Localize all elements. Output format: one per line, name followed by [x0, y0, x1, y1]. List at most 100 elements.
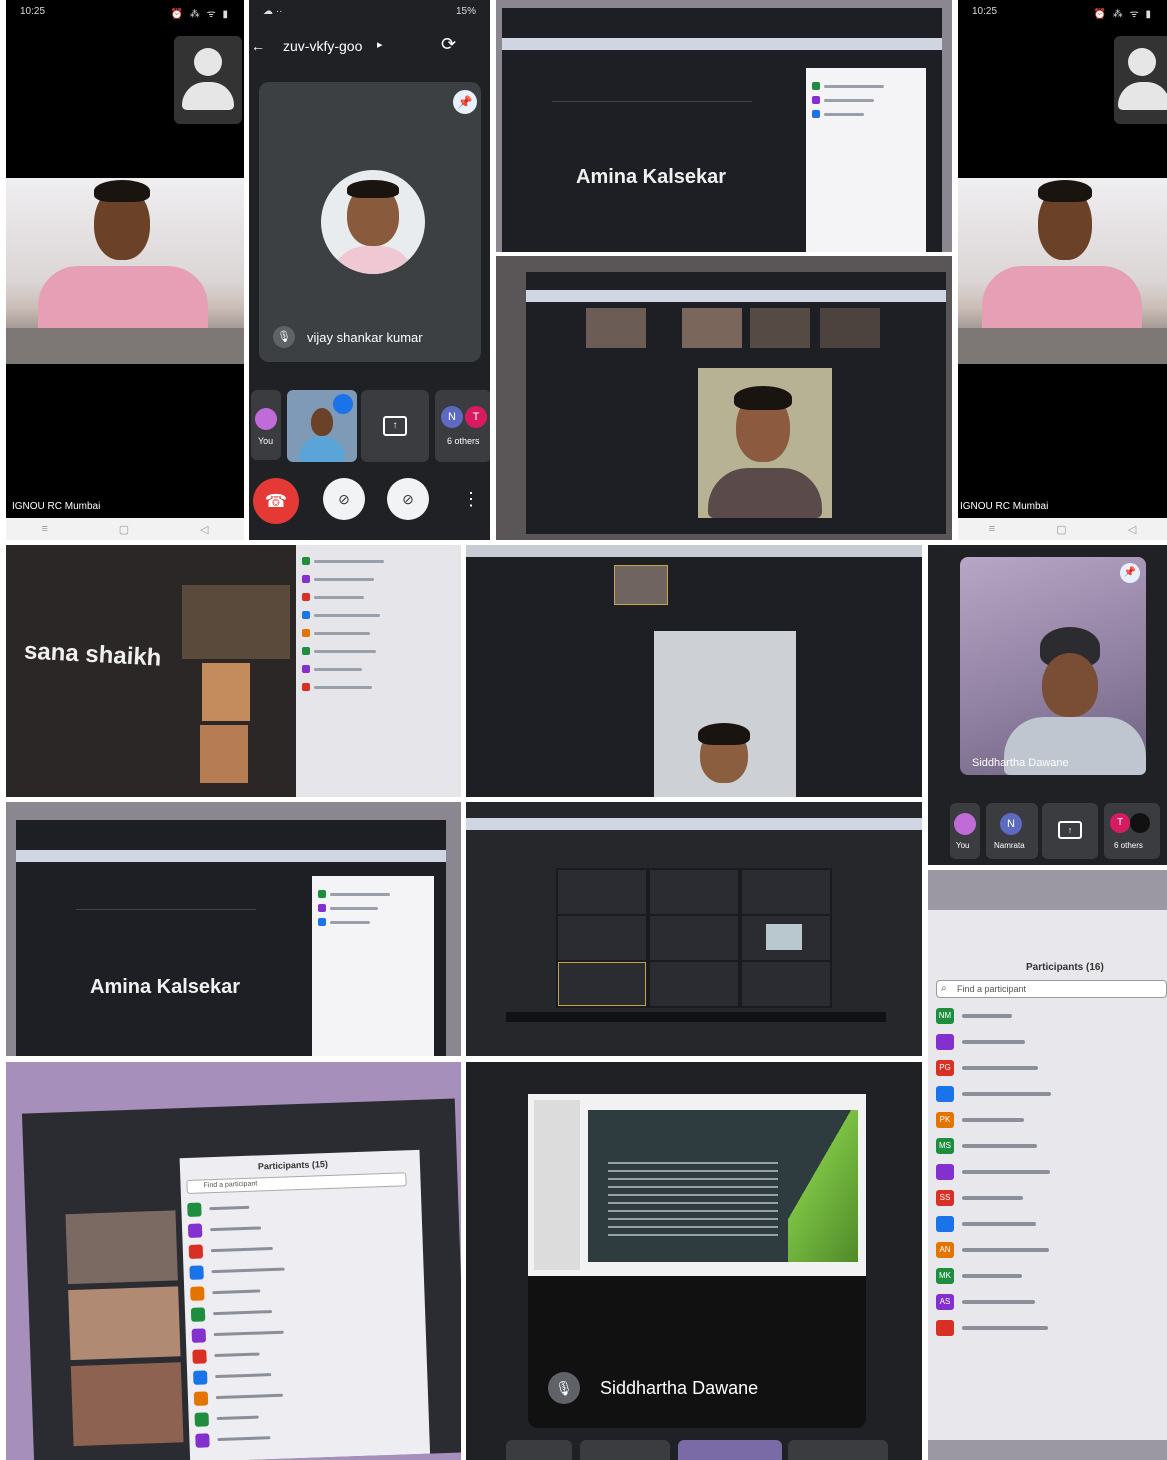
participant-row[interactable] [194, 1404, 414, 1428]
avatar-head [1128, 48, 1156, 76]
others-label: 6 others [1114, 841, 1143, 850]
grid-cell [742, 916, 830, 960]
participant-initials-chip: PG [936, 1060, 954, 1076]
search-placeholder: Find a participant [203, 1180, 258, 1190]
participant-row[interactable]: SS [936, 1188, 1161, 1208]
teacher-hair [734, 386, 792, 410]
self-label: You [258, 436, 274, 446]
home-icon[interactable]: ▢ [1056, 523, 1066, 536]
participant-name-line [210, 1226, 262, 1232]
avatar-placeholder [174, 36, 242, 124]
participant-row[interactable] [191, 1320, 412, 1344]
presentation-tile[interactable]: ↑ [361, 390, 429, 462]
present-screen-icon: ↑ [1058, 821, 1082, 839]
mic-off-icon: 🎙 [548, 1372, 580, 1404]
video-thumbnail [182, 585, 290, 659]
switch-camera-icon[interactable]: ⟳ [441, 34, 456, 55]
pin-icon[interactable]: 📌 [453, 90, 477, 114]
recent-apps-icon[interactable]: ≡ [989, 523, 995, 535]
participant-row[interactable] [187, 1194, 407, 1218]
participant-row[interactable] [936, 1318, 1161, 1338]
grid-cell [650, 916, 738, 960]
participant-row[interactable] [936, 1032, 1161, 1052]
participant-initials-chip: AS [936, 1294, 954, 1310]
participant-initials-chip [936, 1086, 954, 1102]
participant-initials-chip: AN [936, 1242, 954, 1258]
meeting-code[interactable]: zuv-vkfy-goo [283, 38, 362, 54]
slide-view: 🎙 Siddhartha Dawane [528, 1094, 866, 1428]
presentation-tile[interactable]: ↑ [1042, 803, 1098, 859]
participant-row[interactable]: AN [936, 1240, 1161, 1260]
android-nav-bar[interactable]: ≡ ▢ ◁ [6, 518, 244, 540]
bottom-tile[interactable] [506, 1440, 572, 1460]
participant-row [302, 575, 455, 584]
others-label: 6 others [447, 436, 480, 446]
participant-row[interactable]: MS [936, 1136, 1161, 1156]
participant-row[interactable] [936, 1084, 1161, 1104]
recent-apps-icon[interactable]: ≡ [41, 523, 47, 535]
more-options-button[interactable]: ⋮ [453, 478, 489, 520]
participant-name-line [962, 1274, 1022, 1278]
search-field[interactable]: Find a participant [186, 1172, 407, 1194]
self-view-tile[interactable]: You [950, 803, 980, 859]
participant-row[interactable]: NM [936, 1006, 1161, 1026]
participant-row[interactable] [193, 1362, 413, 1386]
search-field[interactable]: ⌕ Find a participant [936, 980, 1167, 998]
participant-row[interactable]: PG [936, 1058, 1161, 1078]
participant-initials-chip: MS [936, 1138, 954, 1154]
participant-row[interactable] [187, 1215, 408, 1239]
chip-icon [302, 683, 310, 691]
namrata-label: Namrata [994, 841, 1025, 850]
bottom-tile[interactable] [580, 1440, 670, 1460]
participant-row[interactable]: PK [936, 1110, 1161, 1130]
participant-row[interactable]: MK [936, 1266, 1161, 1286]
chip-icon [302, 629, 310, 637]
namrata-tile[interactable]: N Namrata [986, 803, 1038, 859]
others-tile[interactable]: T 6 others [1104, 803, 1160, 859]
chip-icon [302, 647, 310, 655]
bottom-tile[interactable] [788, 1440, 888, 1460]
participant-row[interactable] [936, 1162, 1161, 1182]
status-icons: ⏰ ⁂ ᯤ ▮ [170, 9, 230, 20]
meeting-chevron-icon[interactable]: ▸ [377, 38, 383, 51]
end-call-button[interactable]: ☎ [253, 478, 299, 524]
status-time: 10:25 [972, 6, 998, 17]
pin-icon[interactable]: 📌 [1120, 563, 1140, 583]
presenter-name: Siddhartha Dawane [600, 1378, 759, 1398]
participant-row[interactable] [192, 1341, 412, 1365]
participant-row[interactable]: AS [936, 1292, 1161, 1312]
name-line [314, 632, 370, 635]
participant-row [302, 557, 455, 566]
participant-head [1042, 653, 1098, 717]
bottom-tile[interactable] [678, 1440, 782, 1460]
video-thumbnail [614, 565, 668, 605]
participant-row[interactable] [190, 1299, 411, 1323]
participant-video-tile[interactable] [287, 390, 357, 462]
browser-tab-bar [466, 818, 922, 830]
avatar-hair [347, 180, 399, 198]
participant-row[interactable] [195, 1425, 415, 1449]
back-icon[interactable]: ◁ [200, 523, 208, 536]
participant-row [302, 665, 455, 674]
home-icon[interactable]: ▢ [119, 523, 129, 536]
browser-tab-bar [502, 38, 942, 50]
android-nav-bar[interactable]: ≡ ▢ ◁ [958, 518, 1167, 540]
others-tile[interactable]: N T 6 others [435, 390, 490, 462]
participant-row[interactable] [936, 1214, 1161, 1234]
participant-row[interactable] [193, 1383, 414, 1407]
self-view-tile[interactable]: You [251, 390, 281, 460]
participant-row[interactable] [188, 1236, 409, 1260]
thumbnail-strip [586, 308, 916, 348]
participant-row[interactable] [190, 1278, 410, 1302]
back-arrow-icon[interactable]: ← [251, 38, 265, 54]
camera-off-button[interactable]: ⊘ [323, 478, 365, 520]
chip-icon [302, 593, 310, 601]
back-icon[interactable]: ◁ [1128, 523, 1136, 536]
participant-name-line [214, 1352, 260, 1358]
mic-off-button[interactable]: ⊘ [387, 478, 429, 520]
laptop-photo-participants-15: Participants (15) Find a participant [6, 1062, 461, 1460]
mic-off-icon: 🎙 [273, 326, 295, 348]
participant-row [318, 918, 428, 927]
participant-row[interactable] [189, 1257, 409, 1281]
name-line [314, 560, 384, 563]
